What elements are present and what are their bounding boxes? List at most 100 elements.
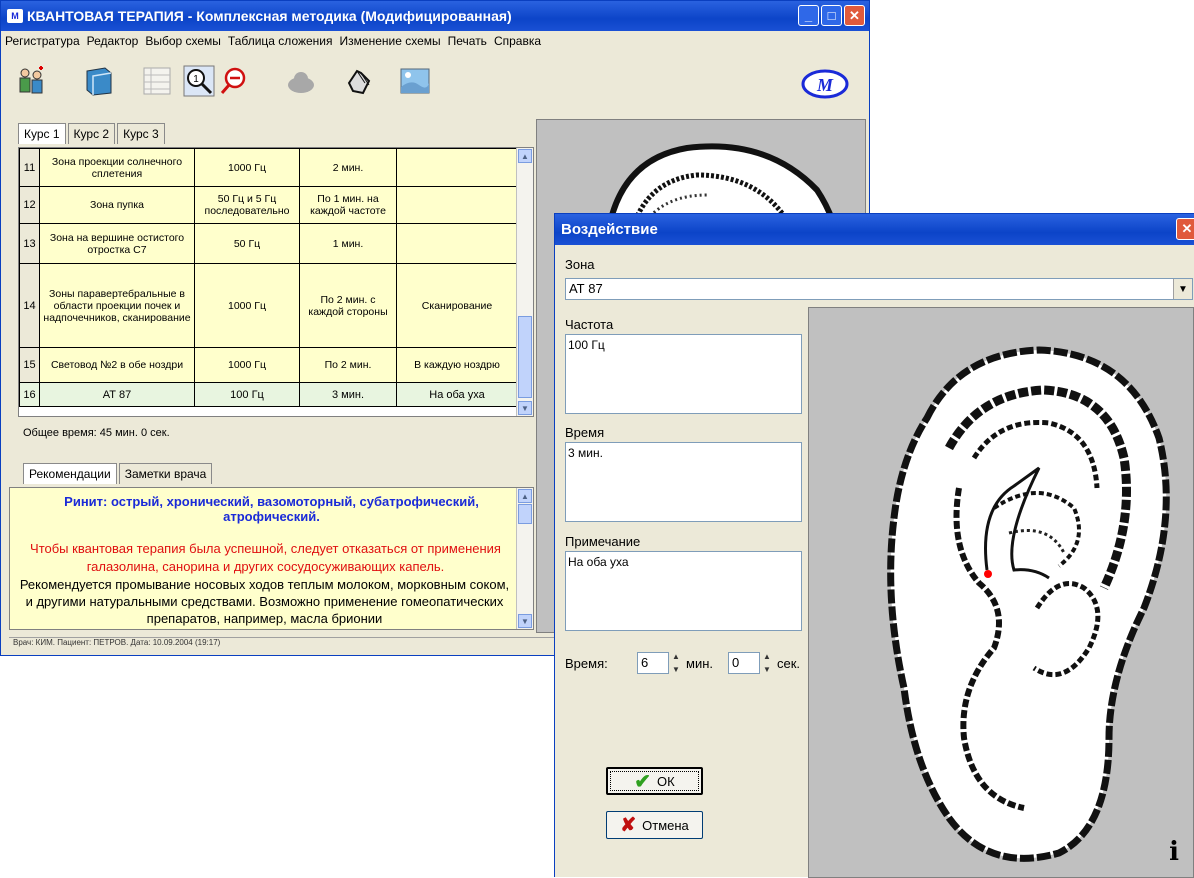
note-cell: На оба уха [396,382,518,407]
close-icon: ✕ [1181,221,1193,236]
book-icon [86,67,112,96]
time-cell: 3 мин. [299,382,397,407]
recommendation-tabs: Рекомендации Заметки врача [23,463,214,484]
book-button[interactable] [81,63,117,99]
dropdown-arrow-button[interactable]: ▼ [1173,279,1192,299]
main-title-bar[interactable]: М КВАНТОВАЯ ТЕРАПИЯ - Комплексная методи… [1,1,869,31]
freq-cell: 1000 Гц [194,263,300,348]
close-button[interactable]: ✕ [844,5,865,26]
menu-help[interactable]: Справка [494,34,541,48]
menu-editor[interactable]: Редактор [87,34,139,48]
time-field[interactable]: 3 мин. [565,442,802,522]
total-time: Общее время: 45 мин. 0 сек. [23,427,170,439]
dialog-title-bar[interactable]: Воздействие ✕ [555,214,1194,245]
zoom-out-icon [220,67,246,94]
time-label: Время [565,425,605,440]
maximize-icon: □ [827,8,836,23]
ok-button[interactable]: ✔ ОК [606,767,703,795]
seconds-stepper[interactable]: ▲ ▼ [761,652,773,674]
freq-cell: 1000 Гц [194,148,300,187]
freq-cell: 1000 Гц [194,347,300,383]
zone-select-value: АТ 87 [569,281,603,296]
patients-button[interactable] [13,63,49,99]
zone-cell: Зона проекции солнечного сплетения [39,148,195,187]
seconds-unit: сек. [777,656,801,671]
image-icon [400,68,430,94]
svg-text:М: М [816,75,834,95]
minutes-stepper[interactable]: ▲ ▼ [670,652,682,674]
rec-scrollbar[interactable]: ▲ ▼ [516,488,533,629]
time-cell: 1 мин. [299,223,397,264]
tab-course-2[interactable]: Курс 2 [67,123,116,144]
zoom-out-button[interactable] [217,63,253,99]
row-number: 15 [19,347,40,383]
freq-cell: 50 Гц [194,223,300,264]
zoom-in-button[interactable]: 1 [181,63,217,99]
chevron-down-icon[interactable]: ▼ [672,665,680,674]
minimize-button[interactable]: _ [798,5,819,26]
patients-icon [19,66,43,94]
note-cell: В каждую ноздрю [396,347,518,383]
table-row[interactable]: 11 Зона проекции солнечного сплетения 10… [19,148,518,187]
seconds-input[interactable]: 0 [728,652,760,674]
menu-addition-table[interactable]: Таблица сложения [228,34,333,48]
scroll-up-arrow[interactable]: ▲ [518,149,532,163]
zoom-in-icon: 1 [183,65,215,97]
time-cell: По 2 мин. с каждой стороны [299,263,397,348]
zone-label: Зона [565,257,595,272]
impact-dialog: Воздействие ✕ Зона АТ 87 ▼ Частота 100 Г… [554,213,1194,878]
tab-doctor-notes[interactable]: Заметки врача [118,463,213,484]
hand-button[interactable] [341,63,377,99]
tab-recommendations[interactable]: Рекомендации [23,463,117,484]
scroll-thumb[interactable] [518,504,532,524]
time-cell: 2 мин. [299,148,397,187]
ear-diagram: i [808,307,1194,878]
tab-course-1[interactable]: Курс 1 [18,123,66,144]
scroll-thumb[interactable] [518,316,532,398]
chevron-up-icon: ▲ [521,151,529,161]
scroll-down-arrow[interactable]: ▼ [518,614,532,628]
freq-cell: 50 Гц и 5 Гц последовательно [194,186,300,224]
tab-course-3[interactable]: Курс 3 [117,123,165,144]
brand-logo: М [801,69,849,104]
minutes-unit: мин. [686,656,713,671]
cloud-button[interactable] [283,63,319,99]
row-number: 13 [19,223,40,264]
menu-registry[interactable]: Регистратура [5,34,80,48]
zone-cell: Зона на вершине остистого отростка С7 [39,223,195,264]
main-title: КВАНТОВАЯ ТЕРАПИЯ - Комплексная методика… [27,8,512,24]
table-button[interactable] [139,63,175,99]
scroll-down-arrow[interactable]: ▼ [518,401,532,415]
note-field[interactable]: На оба уха [565,551,802,631]
maximize-button[interactable]: □ [821,5,842,26]
zone-select[interactable]: АТ 87 ▼ [565,278,1193,300]
table-row[interactable]: 12 Зона пупка 50 Гц и 5 Гц последователь… [19,186,518,224]
chevron-up-icon[interactable]: ▲ [763,652,771,661]
cancel-button-label: Отмена [642,817,689,833]
row-number: 12 [19,186,40,224]
table-row[interactable]: 15 Световод №2 в обе ноздри 1000 Гц По 2… [19,347,518,383]
minutes-input[interactable]: 6 [637,652,669,674]
table-row[interactable]: 14 Зоны паравертебральные в области прое… [19,263,518,348]
chevron-up-icon[interactable]: ▲ [672,652,680,661]
close-icon: ✕ [849,7,860,23]
table-row[interactable]: 13 Зона на вершине остистого отростка С7… [19,223,518,264]
zone-cell: Зоны паравертебральные в области проекци… [39,263,195,348]
menu-print[interactable]: Печать [448,34,487,48]
menu-select-scheme[interactable]: Выбор схемы [145,34,221,48]
menu-change-scheme[interactable]: Изменение схемы [340,34,441,48]
time-cell: По 2 мин. [299,347,397,383]
cancel-button[interactable]: ✘ Отмена [606,811,703,839]
chevron-down-icon[interactable]: ▼ [763,665,771,674]
info-icon[interactable]: i [1169,837,1179,867]
table-row-selected[interactable]: 16 АТ 87 100 Гц 3 мин. На оба уха [19,382,518,407]
chevron-down-icon: ▼ [1178,283,1188,295]
scroll-up-arrow[interactable]: ▲ [518,489,532,503]
frequency-field[interactable]: 100 Гц [565,334,802,414]
brand-logo-icon: М [801,69,849,99]
course-tabs: Курс 1 Курс 2 Курс 3 [18,123,167,144]
recommendation-heading: Ринит: острый, хронический, вазомоторный… [64,494,479,524]
dialog-close-button[interactable]: ✕ [1176,218,1194,240]
image-button[interactable] [397,63,433,99]
table-scrollbar[interactable]: ▲ ▼ [516,148,533,416]
